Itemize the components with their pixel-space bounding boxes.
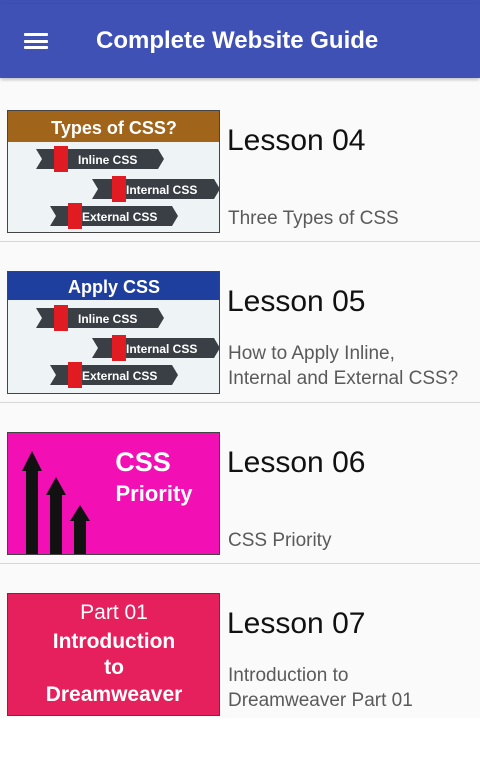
lesson-thumbnail-04: Types of CSS? Inline CSS Internal CSS Ex… xyxy=(7,110,220,233)
thumbnail-line: to xyxy=(104,656,124,679)
thumbnail-tag: Inline CSS xyxy=(78,153,137,167)
lesson-item-06[interactable]: CSS Priority Lesson 06 CSS Priority xyxy=(0,404,480,564)
app-title: Complete Website Guide xyxy=(96,27,379,54)
thumbnail-heading: Types of CSS? xyxy=(51,118,177,138)
thumbnail-tag: External CSS xyxy=(82,369,157,383)
thumbnail-tag: External CSS xyxy=(82,210,157,224)
thumbnail-tag: Internal CSS xyxy=(126,183,197,197)
lesson-description-line-2: Internal and External CSS? xyxy=(228,368,459,389)
lesson-item-04[interactable]: Types of CSS? Inline CSS Internal CSS Ex… xyxy=(0,82,480,242)
thumbnail-tag: Inline CSS xyxy=(78,312,137,326)
lesson-description: Three Types of CSS xyxy=(228,208,399,229)
lesson-title: Lesson 04 xyxy=(227,124,366,157)
thumbnail-heading: CSS xyxy=(115,447,171,477)
lesson-title: Lesson 06 xyxy=(227,446,366,479)
lesson-description-line-1: How to Apply Inline, xyxy=(228,343,395,364)
lesson-thumbnail-07: Part 01 Introduction to Dreamweaver xyxy=(7,593,220,716)
lesson-item-05[interactable]: Apply CSS Inline CSS Internal CSS Extern… xyxy=(0,243,480,403)
lesson-list[interactable]: Types of CSS? Inline CSS Internal CSS Ex… xyxy=(0,82,480,718)
thumbnail-tag: Internal CSS xyxy=(126,342,197,356)
app-bar: Complete Website Guide xyxy=(0,4,480,78)
lesson-thumbnail-06: CSS Priority xyxy=(7,432,220,555)
thumbnail-subheading: Priority xyxy=(115,481,193,506)
lesson-description-line-2: Dreamweaver Part 01 xyxy=(228,690,413,711)
lesson-description: CSS Priority xyxy=(228,530,332,551)
thumbnail-line: Part 01 xyxy=(80,601,148,624)
lesson-description-line-1: Introduction to xyxy=(228,665,349,686)
lesson-title: Lesson 05 xyxy=(227,285,366,318)
thumbnail-heading: Apply CSS xyxy=(68,277,160,297)
hamburger-menu-icon[interactable] xyxy=(24,30,52,52)
thumbnail-line: Dreamweaver xyxy=(46,683,183,706)
lesson-thumbnail-05: Apply CSS Inline CSS Internal CSS Extern… xyxy=(7,271,220,394)
thumbnail-line: Introduction xyxy=(53,630,175,653)
bottom-area xyxy=(0,718,480,770)
lesson-item-07[interactable]: Part 01 Introduction to Dreamweaver Less… xyxy=(0,565,480,718)
lesson-title: Lesson 07 xyxy=(227,607,366,640)
